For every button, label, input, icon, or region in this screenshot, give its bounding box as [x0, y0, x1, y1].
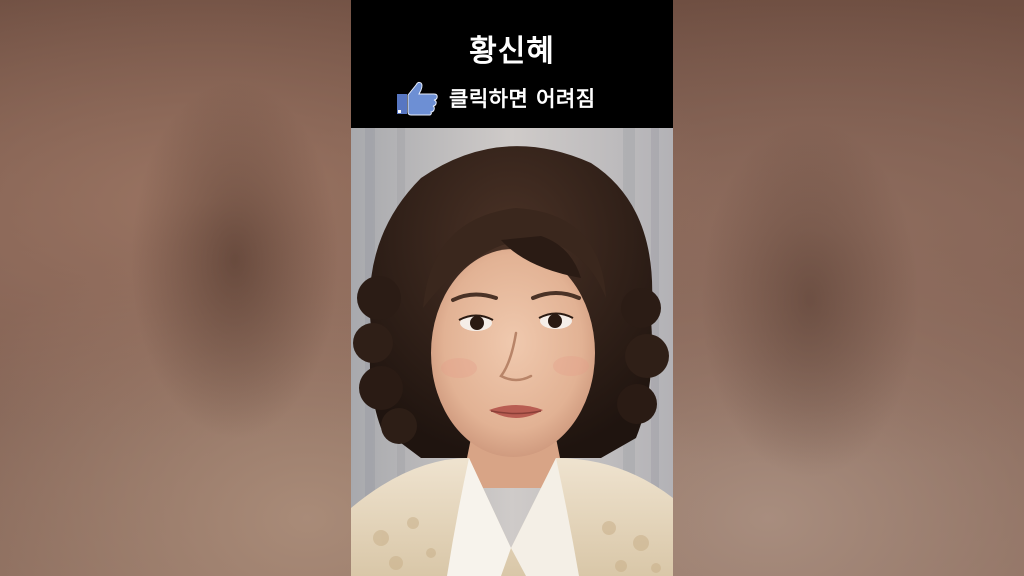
portrait-photo	[351, 128, 673, 576]
cta-text: 클릭하면 어려짐	[449, 87, 596, 111]
caption-bar: 황신혜 클릭하면 어려짐	[351, 0, 673, 128]
portrait-panel[interactable]: 황신혜 클릭하면 어려짐	[351, 0, 673, 576]
video-frame: 황신혜 클릭하면 어려짐	[0, 0, 1024, 576]
cta-row[interactable]: 클릭하면 어려짐	[395, 78, 596, 118]
video-title: 황신혜	[469, 34, 555, 69]
thumbs-up-icon	[395, 80, 439, 116]
